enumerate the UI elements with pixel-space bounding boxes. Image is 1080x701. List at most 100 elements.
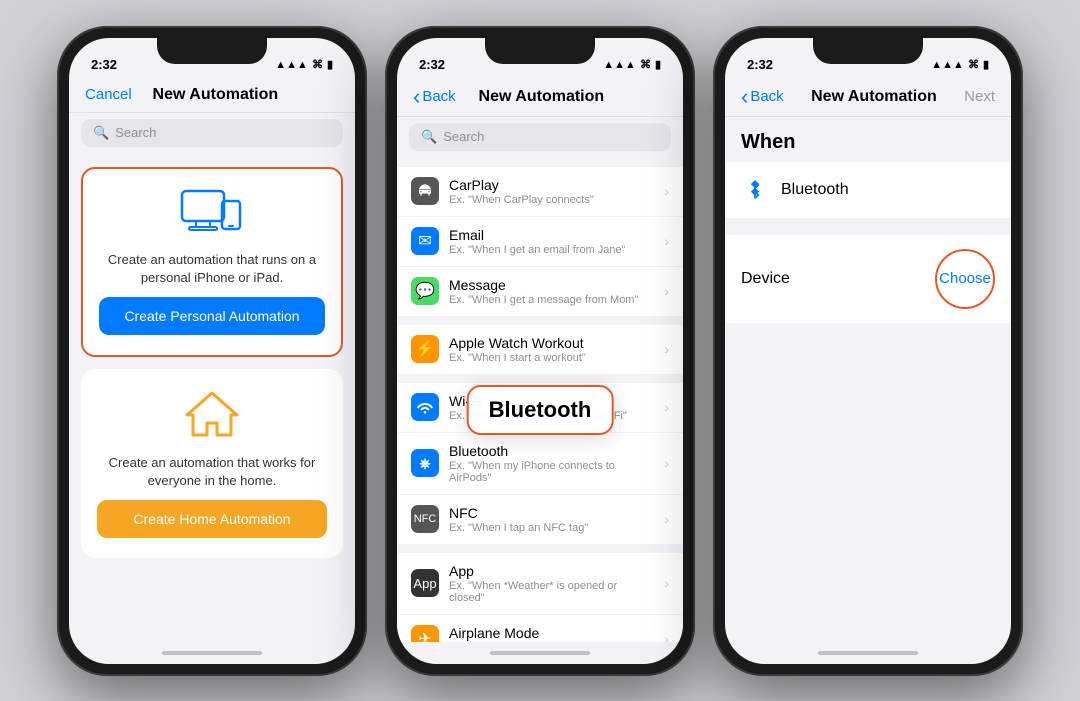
home-indicator-2 [397, 642, 683, 664]
nfc-title: NFC [449, 505, 654, 521]
nfc-subtitle: Ex. "When I tap an NFC tag" [449, 522, 654, 534]
home-icon [185, 389, 240, 444]
search-bar-1[interactable]: 🔍 Search [81, 119, 343, 147]
bluetooth-list-icon: ⎈ [411, 449, 439, 477]
battery-icon-1: ▮ [327, 58, 333, 71]
nav-bar-3: Back New Automation Next [725, 82, 1011, 117]
home-card-text: Create an automation that works for ever… [97, 454, 327, 490]
carplay-subtitle: Ex. "When CarPlay connects" [449, 194, 654, 206]
search-container-1: 🔍 Search [69, 113, 355, 155]
signal-icon-1: ▲▲▲ [275, 59, 308, 71]
workout-icon: ⚡ [411, 335, 439, 363]
section-gap-1 [397, 317, 683, 325]
home-indicator-3 [725, 642, 1011, 664]
list-item-bluetooth[interactable]: ⎈ Bluetooth Ex. "When my iPhone connects… [397, 433, 683, 495]
screen-1: 2:32 ▲▲▲ ⌘ ▮ Cancel New Automation 🔍 Sea… [69, 38, 355, 664]
nav-title-3: New Automation [811, 88, 937, 106]
cancel-button[interactable]: Cancel [85, 86, 132, 103]
next-button-3[interactable]: Next [964, 88, 995, 105]
message-subtitle: Ex. "When I get a message from Mom" [449, 294, 654, 306]
choose-button[interactable]: Choose [935, 249, 995, 309]
phone-3: 2:32 ▲▲▲ ⌘ ▮ Back New Automation Next Wh… [713, 26, 1023, 676]
list-item-airplane[interactable]: ✈ Airplane Mode Ex. "When Airplane Mode … [397, 615, 683, 642]
message-title: Message [449, 277, 654, 293]
section-gap-s3 [725, 219, 1011, 227]
nav-bar-2: Back New Automation [397, 82, 683, 117]
personal-card-text: Create an automation that runs on a pers… [99, 251, 325, 287]
airplane-icon: ✈ [411, 625, 439, 642]
email-chevron: › [664, 233, 669, 249]
home-indicator-1 [69, 642, 355, 664]
screen-3: 2:32 ▲▲▲ ⌘ ▮ Back New Automation Next Wh… [725, 38, 1011, 664]
home-bar-2 [490, 651, 590, 655]
bluetooth-text: Bluetooth Ex. "When my iPhone connects t… [449, 443, 654, 484]
airplane-chevron: › [664, 631, 669, 642]
wifi-list-icon [411, 393, 439, 421]
create-home-automation-button[interactable]: Create Home Automation [97, 500, 327, 538]
workout-text: Apple Watch Workout Ex. "When I start a … [449, 335, 654, 364]
search-icon-1: 🔍 [93, 125, 109, 141]
back-button-3[interactable]: Back [741, 86, 784, 108]
battery-icon-3: ▮ [983, 58, 989, 71]
wifi-icon-3: ⌘ [968, 58, 979, 71]
search-bar-2[interactable]: 🔍 Search [409, 123, 671, 151]
airplane-title: Airplane Mode [449, 625, 654, 641]
bluetooth-when-row[interactable]: Bluetooth [725, 162, 1011, 219]
status-icons-3: ▲▲▲ ⌘ ▮ [931, 58, 989, 71]
app-chevron: › [664, 575, 669, 591]
signal-icon-2: ▲▲▲ [603, 59, 636, 71]
workout-subtitle: Ex. "When I start a workout" [449, 352, 654, 364]
search-container-2: 🔍 Search [397, 117, 683, 159]
bluetooth-chevron: › [664, 455, 669, 471]
notch-3 [813, 38, 923, 64]
email-text: Email Ex. "When I get an email from Jane… [449, 227, 654, 256]
notch-2 [485, 38, 595, 64]
back-button-2[interactable]: Back [413, 86, 456, 108]
list-item-app[interactable]: App App Ex. "When *Weather* is opened or… [397, 553, 683, 615]
phone-1: 2:32 ▲▲▲ ⌘ ▮ Cancel New Automation 🔍 Sea… [57, 26, 367, 676]
personal-automation-card: Create an automation that runs on a pers… [81, 167, 343, 357]
app-title: App [449, 563, 654, 579]
wifi-icon-1: ⌘ [312, 58, 323, 71]
section-gap-2 [397, 375, 683, 383]
workout-chevron: › [664, 341, 669, 357]
airplane-text: Airplane Mode Ex. "When Airplane Mode is… [449, 625, 654, 642]
list-item-carplay[interactable]: CarPlay Ex. "When CarPlay connects" › [397, 167, 683, 217]
status-icons-2: ▲▲▲ ⌘ ▮ [603, 58, 661, 71]
message-chevron: › [664, 283, 669, 299]
app-text: App Ex. "When *Weather* is opened or clo… [449, 563, 654, 604]
status-time-1: 2:32 [91, 57, 117, 72]
create-personal-automation-button[interactable]: Create Personal Automation [99, 297, 325, 335]
bluetooth-subtitle: Ex. "When my iPhone connects to AirPods" [449, 460, 654, 484]
bluetooth-overlay-text: Bluetooth [489, 397, 592, 422]
phone-2: 2:32 ▲▲▲ ⌘ ▮ Back New Automation 🔍 Searc… [385, 26, 695, 676]
notch-1 [157, 38, 267, 64]
list-item-email[interactable]: ✉ Email Ex. "When I get an email from Ja… [397, 217, 683, 267]
message-text: Message Ex. "When I get a message from M… [449, 277, 654, 306]
list-item-message[interactable]: 💬 Message Ex. "When I get a message from… [397, 267, 683, 317]
search-placeholder-1: Search [115, 125, 156, 140]
carplay-title: CarPlay [449, 177, 654, 193]
s3-content: When Bluetooth Device Choose [725, 117, 1011, 642]
workout-title: Apple Watch Workout [449, 335, 654, 351]
status-time-3: 2:32 [747, 57, 773, 72]
email-title: Email [449, 227, 654, 243]
bluetooth-when-icon [741, 176, 769, 204]
section-gap-3 [397, 545, 683, 553]
nfc-text: NFC Ex. "When I tap an NFC tag" [449, 505, 654, 534]
nav-title-1: New Automation [153, 86, 279, 104]
carplay-chevron: › [664, 183, 669, 199]
home-bar-3 [818, 651, 918, 655]
list-item-nfc[interactable]: NFC NFC Ex. "When I tap an NFC tag" › [397, 495, 683, 545]
home-bar-1 [162, 651, 262, 655]
list-item-workout[interactable]: ⚡ Apple Watch Workout Ex. "When I start … [397, 325, 683, 375]
nfc-chevron: › [664, 511, 669, 527]
search-placeholder-2: Search [443, 129, 484, 144]
wifi-icon-2: ⌘ [640, 58, 651, 71]
signal-icon-3: ▲▲▲ [931, 59, 964, 71]
bluetooth-title: Bluetooth [449, 443, 654, 459]
carplay-text: CarPlay Ex. "When CarPlay connects" [449, 177, 654, 206]
battery-icon-2: ▮ [655, 58, 661, 71]
nav-bar-1: Cancel New Automation [69, 82, 355, 113]
carplay-icon [411, 177, 439, 205]
